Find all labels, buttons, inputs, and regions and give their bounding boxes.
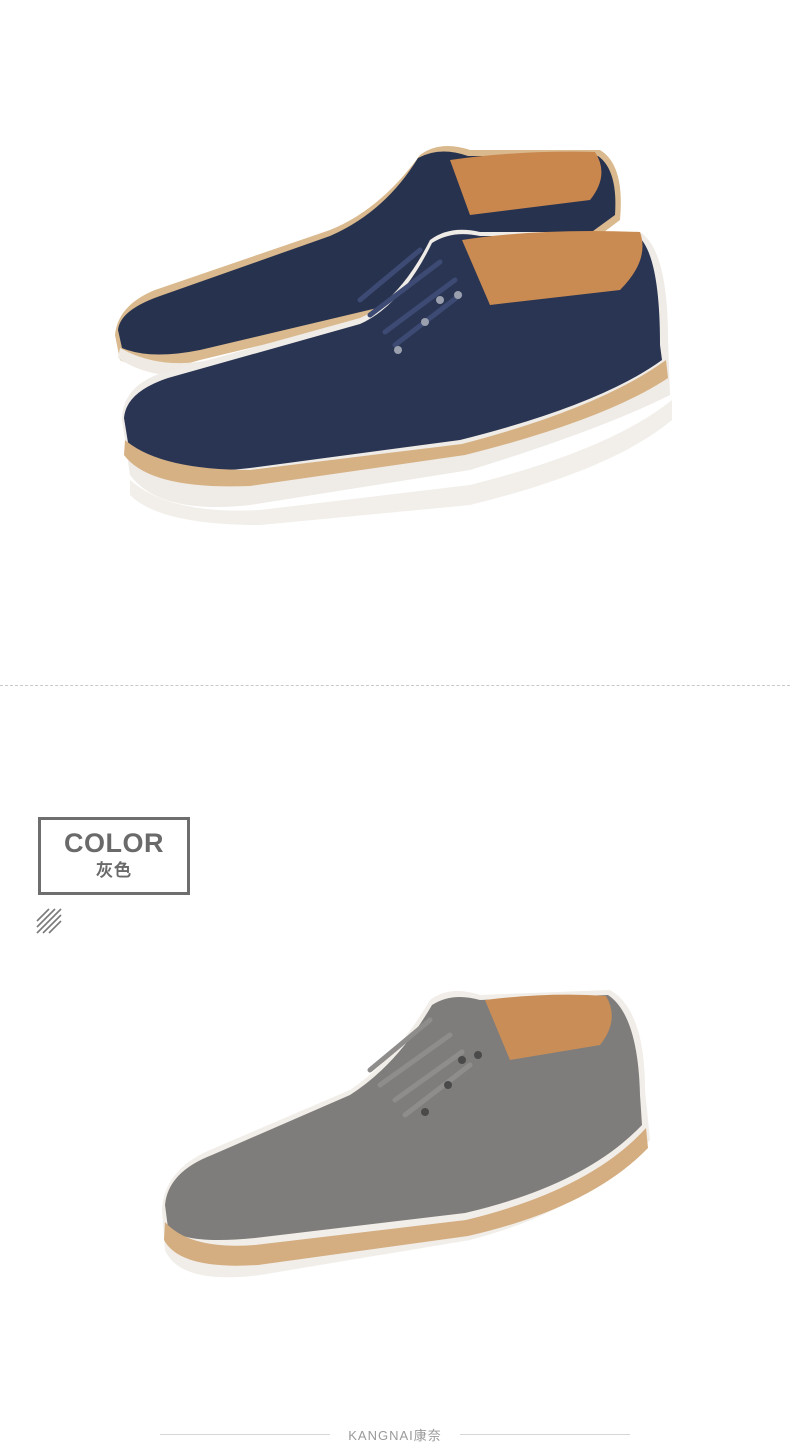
- color-label-box: COLOR 灰色: [38, 817, 190, 895]
- color-subtitle: 灰色: [96, 861, 132, 880]
- hatch-icon: [36, 908, 62, 934]
- color-title: COLOR: [64, 828, 164, 858]
- section-divider: [0, 685, 790, 686]
- brand-name-cn: 康奈: [413, 1428, 442, 1443]
- brand-name: KANGNAI: [348, 1428, 414, 1443]
- footer-brand: KANGNAI康奈: [0, 1425, 790, 1444]
- navy-shoes-photo: [115, 146, 672, 525]
- grey-shoe-photo: [162, 990, 650, 1278]
